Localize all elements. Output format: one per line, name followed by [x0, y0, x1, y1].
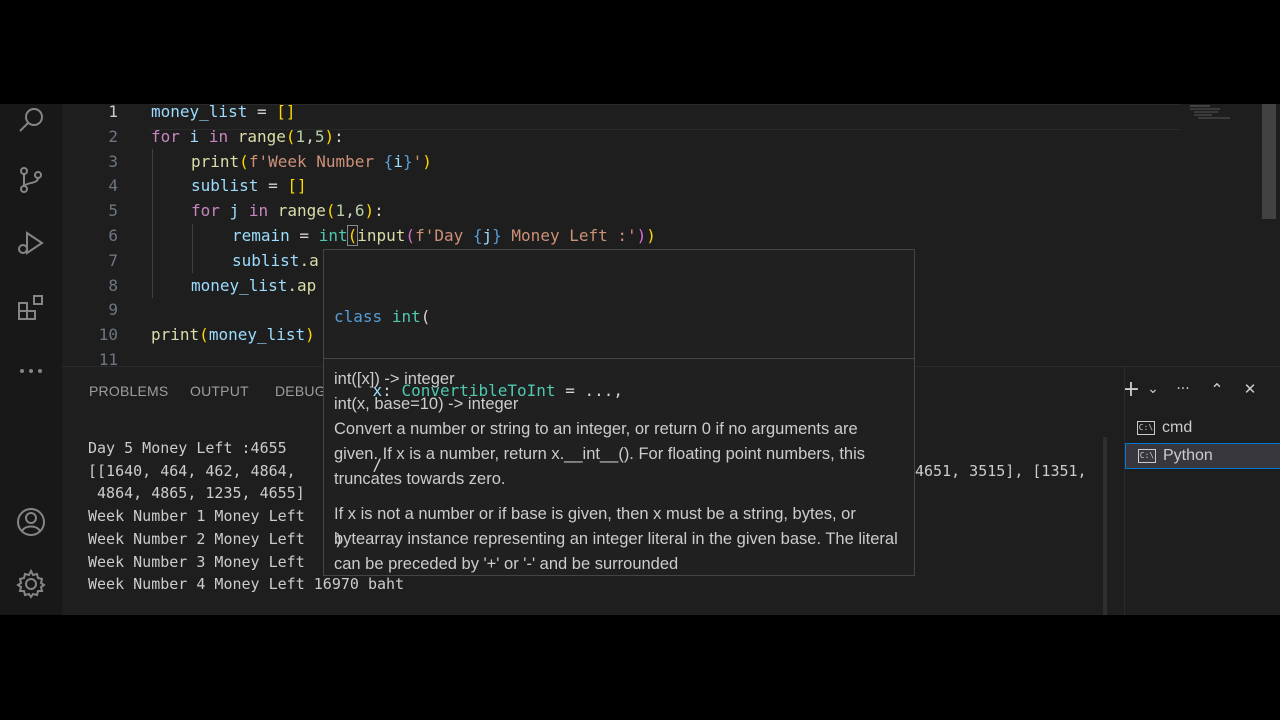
terminal-line: [[1640, 464, 462, 4864,: [88, 462, 296, 480]
tab-debug-console[interactable]: DEBUG: [275, 383, 326, 399]
line-number: 3: [108, 151, 118, 171]
hover-docstring: int([x]) -> integer int(x, base=10) -> i…: [334, 367, 904, 575]
code-line-7: sublist.a: [232, 250, 319, 270]
settings-gear-icon[interactable]: [13, 566, 49, 602]
activity-bar: [0, 104, 62, 615]
tab-problems[interactable]: PROBLEMS: [89, 383, 168, 399]
minimap[interactable]: [1190, 104, 1240, 124]
code-line-8: money_list.ap: [191, 275, 317, 295]
code-line-2: for i in range(1,5):: [151, 126, 344, 146]
extensions-icon[interactable]: [13, 289, 49, 325]
line-number: 9: [108, 300, 118, 320]
code-line-5: for j in range(1,6):: [191, 201, 384, 221]
terminal-icon: C:\: [1138, 449, 1156, 463]
code-line-6: remain = int(input(f'Day {j} Money Left …: [232, 225, 656, 246]
source-control-icon[interactable]: [13, 162, 49, 198]
terminal-line: 4864, 4865, 1235, 4655]: [88, 484, 305, 502]
hover-divider: [324, 358, 914, 359]
line-number: 4: [108, 176, 118, 196]
hover-doc-paragraph: Convert a number or string to an integer…: [334, 420, 866, 488]
line-number: 6: [108, 226, 118, 245]
line-number: 2: [108, 126, 118, 146]
hover-doc-signature: int([x]) -> integer: [334, 370, 455, 388]
terminal-line: Week Number 4 Money Left 16970 baht: [88, 575, 405, 593]
more-icon[interactable]: [13, 353, 49, 389]
line-number: 5: [108, 201, 118, 221]
terminal-item-python[interactable]: C:\ Python: [1125, 443, 1280, 469]
terminal-line: Week Number 1 Money Left: [88, 507, 305, 525]
line-number: 1: [108, 104, 118, 121]
line-number: 7: [108, 250, 118, 270]
terminal-line: Day 5 Money Left :4655: [88, 439, 287, 457]
terminal-line-overflow: 4651, 3515], [1351,: [915, 462, 1087, 480]
terminal-scrollbar[interactable]: [1103, 437, 1107, 615]
hover-tooltip[interactable]: class int( x: ConvertibleToInt = ..., / …: [323, 249, 915, 576]
code-line-10: print(money_list): [151, 325, 315, 345]
code-line-4: sublist = []: [191, 176, 307, 196]
hover-code-line: class int(: [334, 306, 431, 326]
terminal-line: Week Number 3 Money Left: [88, 553, 305, 571]
code-line-3: print(f'Week Number {i}'): [191, 151, 432, 171]
tab-output[interactable]: OUTPUT: [190, 383, 249, 399]
editor-scrollbar[interactable]: [1262, 104, 1276, 219]
indent-guide: [152, 149, 153, 298]
run-debug-icon[interactable]: [13, 225, 49, 261]
hover-doc-paragraph: If x is not a number or if base is given…: [334, 505, 898, 573]
terminal-line: Week Number 2 Money Left: [88, 530, 305, 548]
terminal-item-label: Python: [1163, 447, 1213, 464]
terminal-icon: C:\: [1137, 421, 1155, 435]
line-number: 11: [98, 350, 118, 366]
terminal-item-cmd[interactable]: C:\ cmd: [1125, 415, 1280, 441]
line-number: 10: [98, 325, 118, 345]
hover-doc-signature: int(x, base=10) -> integer: [334, 395, 519, 413]
terminal-list: C:\ cmd C:\ Python: [1124, 367, 1280, 615]
terminal-item-label: cmd: [1162, 419, 1193, 436]
search-icon[interactable]: [13, 104, 49, 138]
indent-guide: [192, 224, 193, 273]
line-number: 8: [108, 275, 118, 295]
code-line-1: money_list = []: [151, 104, 296, 121]
accounts-icon[interactable]: [13, 504, 49, 540]
